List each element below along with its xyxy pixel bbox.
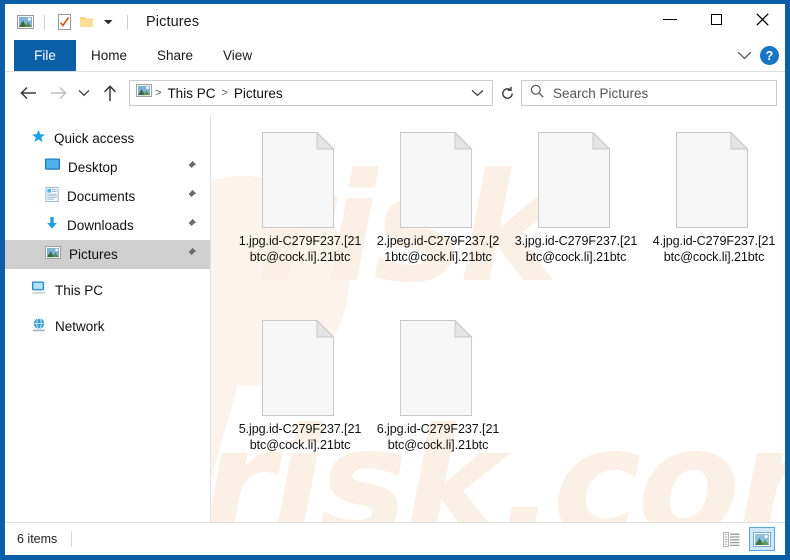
title-bar: Pictures — [5, 4, 785, 40]
sidebar-item-downloads[interactable]: Downloads — [5, 211, 210, 240]
blank-document-icon — [400, 131, 476, 228]
maximize-button[interactable] — [693, 4, 739, 35]
file-name: 4.jpg.id-C279F237.[21btc@cock.li].21btc — [652, 234, 776, 264]
pin-icon[interactable] — [185, 188, 197, 206]
minimize-button[interactable] — [647, 4, 693, 35]
sidebar-item-quick-access[interactable]: Quick access — [5, 124, 210, 153]
blank-document-icon — [676, 131, 752, 228]
file-name: 1.jpg.id-C279F237.[21btc@cock.li].21btc — [238, 234, 362, 264]
details-view-icon[interactable] — [718, 527, 744, 551]
ribbon-right-controls: ? — [737, 40, 779, 71]
ribbon-tab-strip: File Home Share View ? — [5, 40, 785, 72]
sidebar-item-pictures[interactable]: Pictures — [5, 240, 210, 269]
file-name: 3.jpg.id-C279F237.[21btc@cock.li].21btc — [514, 234, 638, 264]
file-item[interactable]: 2.jpeg.id-C279F237.[21btc@cock.li].21btc — [369, 131, 507, 320]
blank-document-icon — [538, 131, 614, 228]
file-grid: 1.jpg.id-C279F237.[21btc@cock.li].21btc … — [211, 114, 785, 508]
file-list-view[interactable]: risk risk.com 1.jpg.id-C279F237.[21btc@c… — [210, 114, 785, 522]
status-bar: 6 items — [5, 522, 785, 555]
quick-access-toolbar — [5, 11, 136, 33]
pin-icon[interactable] — [185, 159, 197, 177]
sidebar-label: This PC — [55, 283, 104, 298]
forward-button[interactable] — [43, 78, 73, 108]
downloads-icon — [45, 216, 59, 236]
address-bar[interactable]: > This PC > Pictures — [129, 80, 493, 106]
window-controls — [647, 4, 785, 35]
tab-home[interactable]: Home — [76, 40, 142, 71]
pin-icon[interactable] — [185, 217, 197, 235]
window-title: Pictures — [146, 14, 200, 30]
network-icon — [31, 317, 47, 337]
breadcrumb-separator-1: > — [155, 87, 162, 99]
file-item[interactable]: 1.jpg.id-C279F237.[21btc@cock.li].21btc — [231, 131, 369, 320]
file-item[interactable]: 6.jpg.id-C279F237.[21btc@cock.li].21btc — [369, 319, 507, 508]
file-name: 5.jpg.id-C279F237.[21btc@cock.li].21btc — [238, 422, 362, 452]
sidebar-item-desktop[interactable]: Desktop — [5, 153, 210, 182]
item-count-label: 6 items — [17, 532, 58, 546]
chevron-down-icon[interactable] — [737, 47, 752, 65]
new-folder-icon[interactable] — [75, 11, 97, 33]
sidebar-label: Network — [55, 319, 105, 334]
window-client-area: Pictures File Home Share View ? > This P… — [5, 4, 785, 555]
recent-locations-icon[interactable] — [73, 78, 95, 108]
large-icons-view-icon[interactable] — [749, 527, 775, 551]
status-divider — [71, 531, 73, 547]
navigation-toolbar: > This PC > Pictures Search Pictures — [5, 72, 785, 114]
pictures-icon — [45, 245, 61, 264]
close-icon[interactable] — [739, 4, 785, 35]
sidebar-label: Downloads — [67, 218, 134, 233]
sidebar-label: Pictures — [69, 247, 118, 262]
file-name: 6.jpg.id-C279F237.[21btc@cock.li].21btc — [376, 422, 500, 452]
address-dropdown-icon[interactable] — [471, 84, 488, 102]
sidebar-item-network[interactable]: Network — [5, 312, 210, 341]
sidebar-label: Quick access — [54, 131, 135, 146]
main-area: Quick access Desktop Documents Downloads… — [5, 114, 785, 522]
documents-icon — [45, 186, 59, 207]
file-name: 2.jpeg.id-C279F237.[21btc@cock.li].21btc — [376, 234, 500, 264]
up-button[interactable] — [95, 78, 125, 108]
pictures-folder-icon[interactable] — [14, 11, 36, 33]
search-input[interactable]: Search Pictures — [521, 80, 777, 106]
view-toggle-group — [718, 527, 785, 551]
qat-divider-1 — [44, 14, 45, 30]
navigation-pane: Quick access Desktop Documents Downloads… — [5, 114, 210, 522]
tab-view[interactable]: View — [208, 40, 267, 71]
back-button[interactable] — [13, 78, 43, 108]
sidebar-item-this-pc[interactable]: This PC — [5, 276, 210, 305]
file-item[interactable]: 4.jpg.id-C279F237.[21btc@cock.li].21btc — [645, 131, 783, 320]
customize-dropdown-icon[interactable] — [97, 11, 119, 33]
tab-file[interactable]: File — [14, 40, 76, 71]
this-pc-icon — [31, 281, 47, 300]
refresh-icon[interactable] — [493, 80, 521, 106]
qat-divider-2 — [127, 14, 128, 30]
sidebar-item-documents[interactable]: Documents — [5, 182, 210, 211]
search-icon — [530, 84, 544, 103]
star-icon — [31, 129, 46, 149]
blank-document-icon — [400, 319, 476, 416]
desktop-icon — [45, 158, 60, 177]
pictures-path-icon — [136, 84, 152, 102]
file-item[interactable]: 3.jpg.id-C279F237.[21btc@cock.li].21btc — [507, 131, 645, 320]
sidebar-label: Desktop — [68, 160, 118, 175]
blank-document-icon — [262, 319, 338, 416]
file-item[interactable]: 5.jpg.id-C279F237.[21btc@cock.li].21btc — [231, 319, 369, 508]
breadcrumb-pictures[interactable]: Pictures — [231, 86, 286, 101]
explorer-window: Pictures File Home Share View ? > This P… — [0, 0, 790, 560]
tab-share[interactable]: Share — [142, 40, 208, 71]
breadcrumb-separator-2: > — [221, 87, 228, 99]
pin-icon[interactable] — [185, 246, 197, 264]
help-icon[interactable]: ? — [760, 46, 779, 65]
search-placeholder: Search Pictures — [553, 85, 649, 101]
breadcrumb-this-pc[interactable]: This PC — [164, 86, 218, 101]
blank-document-icon — [262, 131, 338, 228]
sidebar-label: Documents — [67, 189, 136, 204]
properties-icon[interactable] — [53, 11, 75, 33]
